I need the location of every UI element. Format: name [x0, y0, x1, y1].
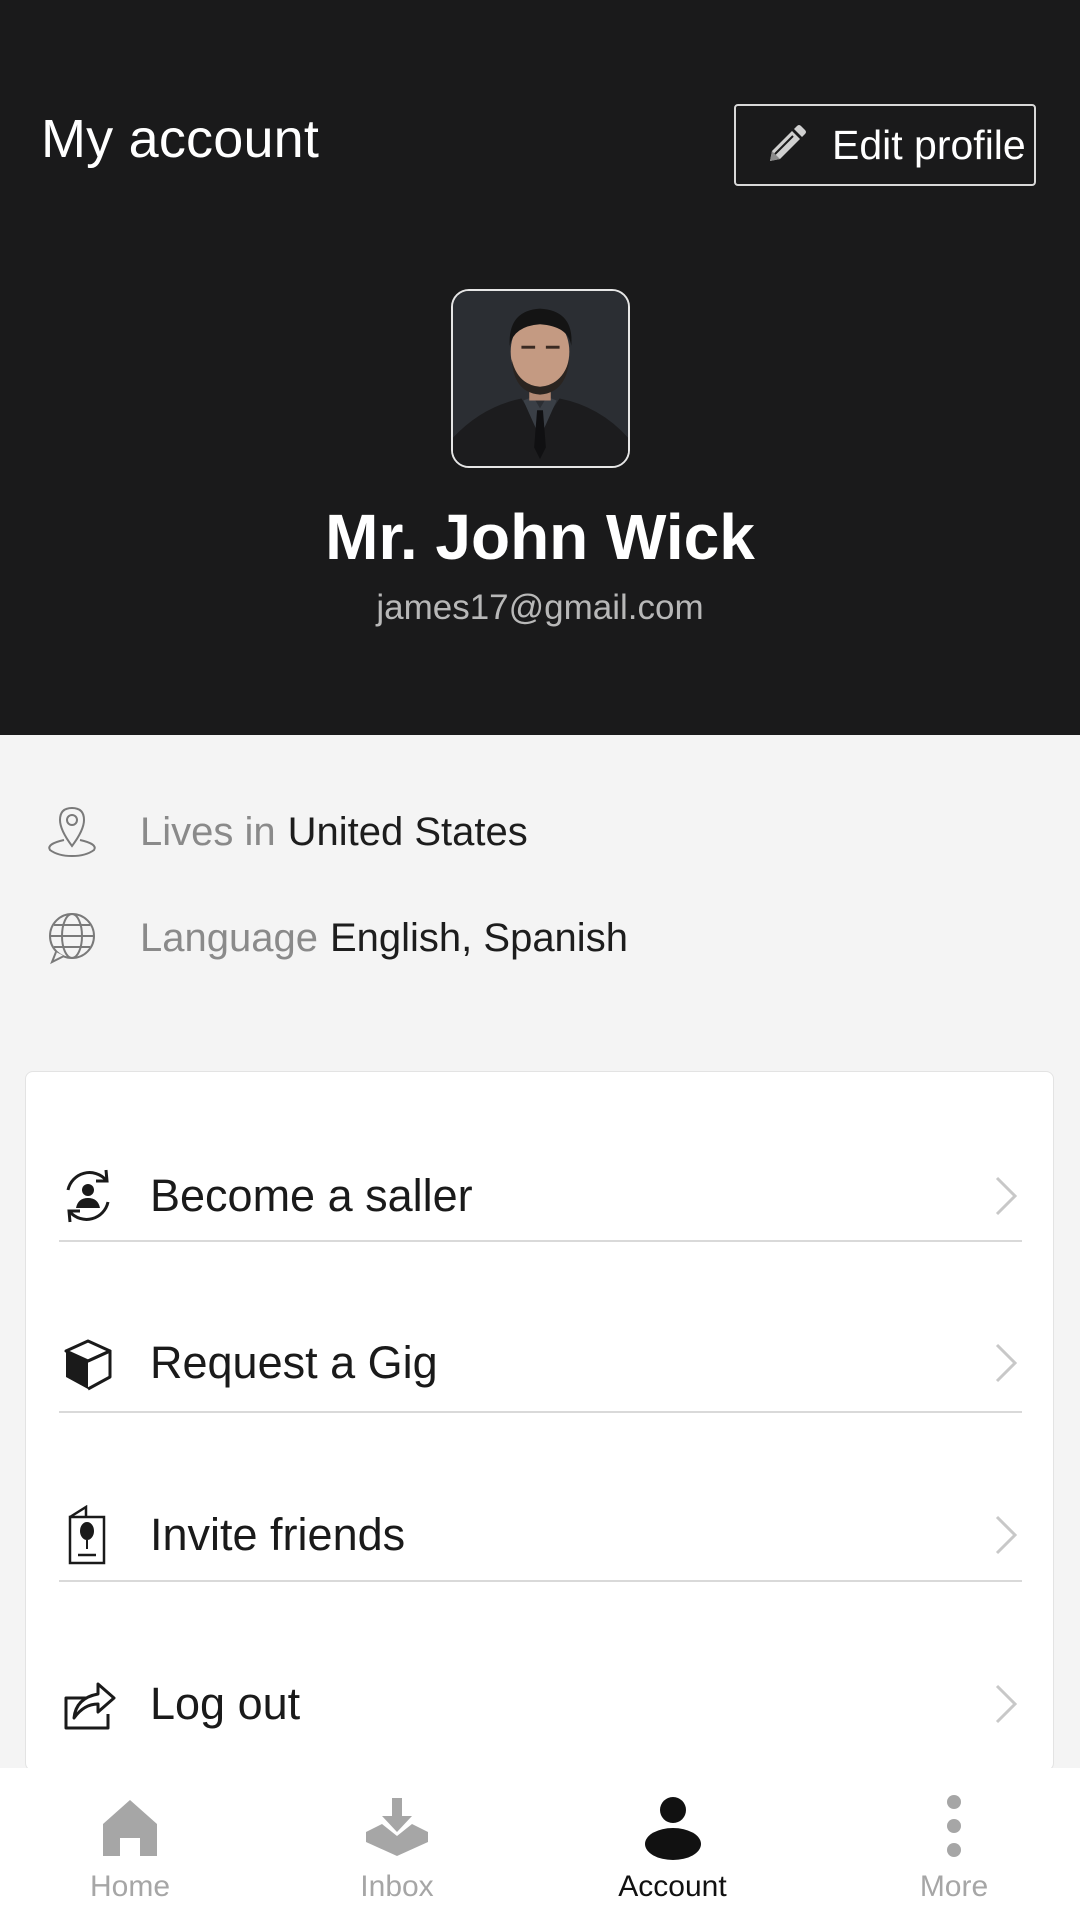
user-switch-icon: [60, 1166, 116, 1226]
avatar-photo: [453, 291, 628, 466]
bottom-nav: Home Inbox Account More: [0, 1768, 1080, 1921]
nav-label: More: [919, 1870, 989, 1903]
home-icon: [103, 1800, 157, 1856]
more-icon: [947, 1795, 961, 1857]
nav-more[interactable]: More: [904, 1768, 1004, 1921]
chevron-right-icon: [995, 1176, 1018, 1216]
menu-item-label: Log out: [150, 1678, 301, 1729]
nav-home[interactable]: Home: [80, 1768, 180, 1921]
avatar[interactable]: [451, 289, 630, 468]
menu-item-label: Become a saller: [150, 1170, 473, 1221]
chevron-right-icon: [995, 1684, 1018, 1724]
menu-item-request-gig[interactable]: Request a Gig: [60, 1323, 1021, 1403]
pencil-icon: [770, 125, 806, 161]
location-pin-icon: [48, 806, 96, 858]
page-title: My account: [41, 109, 320, 169]
account-icon: [644, 1797, 701, 1860]
profile-header: My account Edit profile Mr. John Wick ja…: [0, 0, 1080, 735]
chevron-right-icon: [995, 1515, 1018, 1555]
menu-divider: [59, 1411, 1022, 1413]
menu-item-log-out[interactable]: Log out: [60, 1664, 1021, 1744]
location-row: Lives in United States: [44, 802, 528, 862]
location-label: Lives in: [140, 809, 276, 854]
nav-label: Home: [89, 1870, 171, 1903]
inbox-icon: [366, 1798, 428, 1856]
menu-divider: [59, 1240, 1022, 1242]
edit-profile-button[interactable]: Edit profile: [734, 104, 1036, 186]
nav-account[interactable]: Account: [610, 1768, 735, 1921]
logout-icon: [60, 1674, 116, 1734]
language-label: Language: [140, 915, 318, 960]
menu-item-become-seller[interactable]: Become a saller: [60, 1156, 1021, 1236]
chevron-right-icon: [995, 1343, 1018, 1383]
language-value: English, Spanish: [329, 915, 628, 960]
profile-email: james17@gmail.com: [376, 588, 704, 627]
menu-item-invite-friends[interactable]: Invite friends: [60, 1495, 1021, 1575]
menu-item-label: Invite friends: [150, 1509, 406, 1560]
profile-name: Mr. John Wick: [325, 501, 755, 573]
nav-inbox[interactable]: Inbox: [347, 1768, 447, 1921]
menu-item-label: Request a Gig: [150, 1337, 438, 1388]
globe-icon: [49, 913, 95, 965]
location-value: United States: [287, 809, 528, 854]
invite-card-icon: [60, 1505, 116, 1565]
nav-label: Inbox: [360, 1870, 434, 1903]
menu-card: Become a saller Request a Gig Invite fri…: [25, 1071, 1054, 1771]
edit-profile-label: Edit profile: [832, 121, 1026, 168]
nav-label: Account: [618, 1870, 727, 1903]
box-icon: [60, 1333, 116, 1393]
menu-divider: [59, 1580, 1022, 1582]
language-row: Language English, Spanish: [44, 908, 628, 968]
